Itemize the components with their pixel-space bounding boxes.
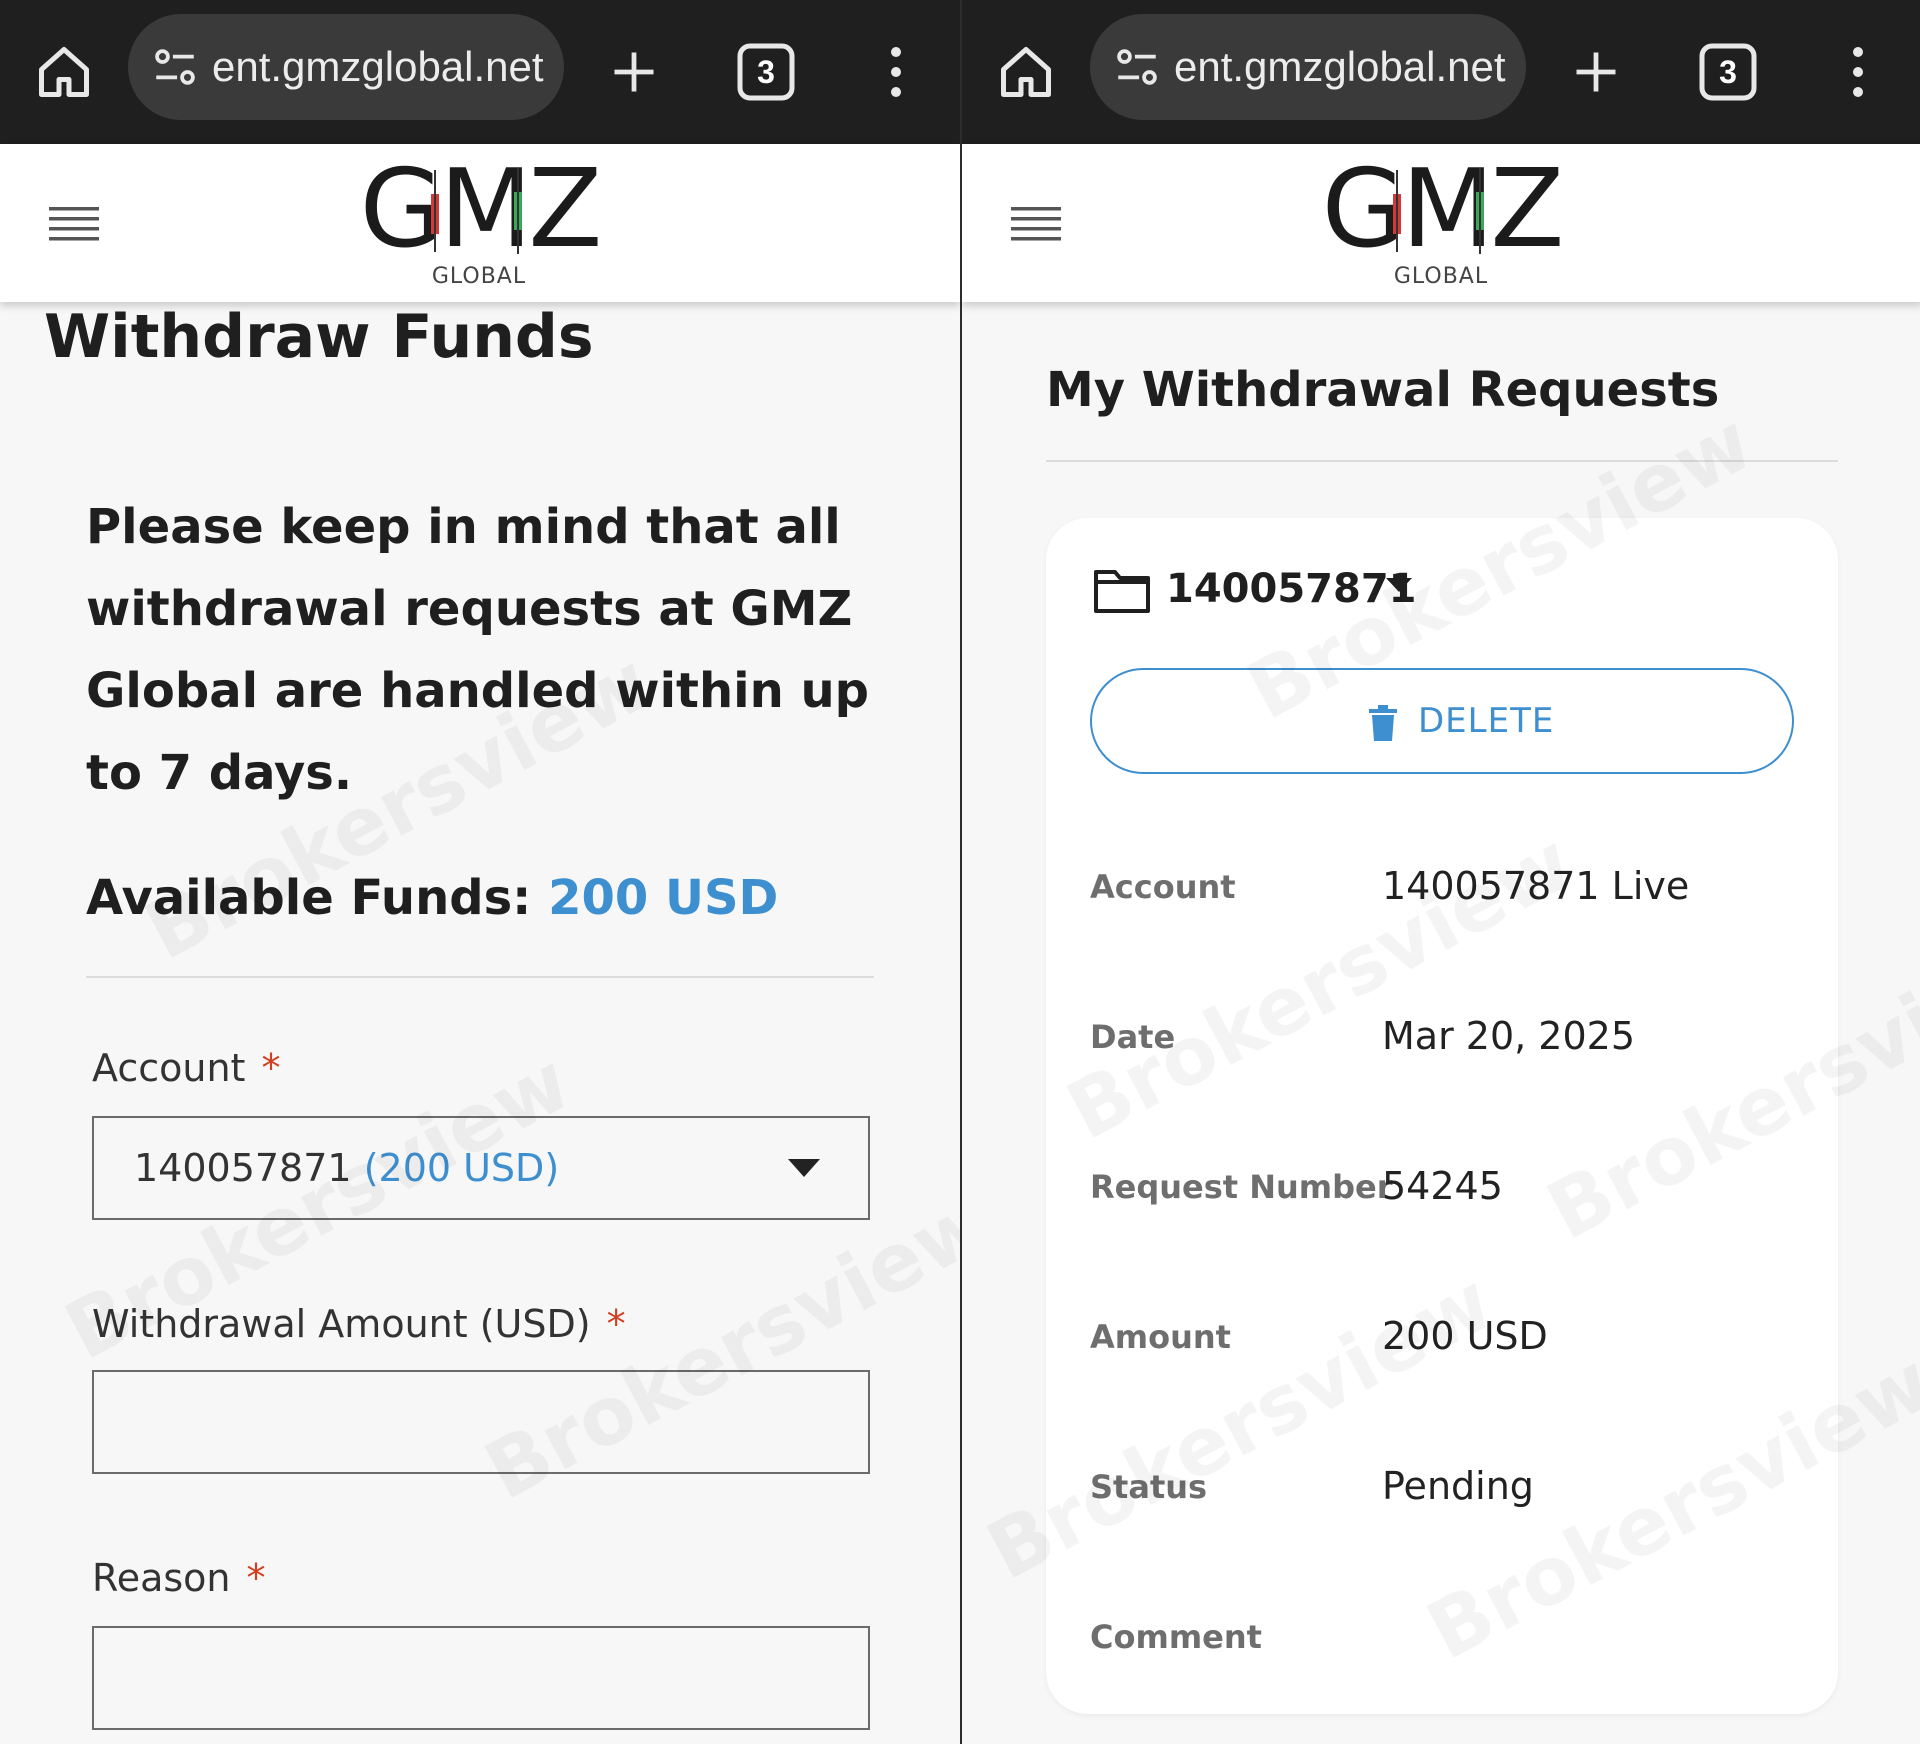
divider [1046, 460, 1838, 462]
trash-icon [1368, 704, 1398, 742]
logo-subtitle: GLOBAL [431, 264, 527, 289]
amount-label-text: Withdrawal Amount (USD) [92, 1302, 591, 1346]
status-value: Pending [1382, 1464, 1534, 1508]
request-field-value: 140057871 Live [1382, 864, 1690, 908]
page-title: Withdraw Funds [44, 302, 594, 372]
request-field-value: Mar 20, 2025 [1382, 1014, 1635, 1058]
chevron-down-icon [784, 1150, 824, 1186]
new-tab-icon[interactable] [600, 38, 668, 106]
chevron-down-icon[interactable] [1384, 570, 1414, 600]
withdraw-pane: ent.gmzglobal.net 3 GMZ GLOBAL Withdraw … [0, 0, 960, 1744]
reason-input[interactable] [92, 1626, 870, 1730]
withdrawal-amount-input[interactable] [92, 1370, 870, 1474]
request-field-label: Account [1090, 868, 1236, 906]
tab-count: 3 [1719, 54, 1737, 90]
divider [86, 976, 874, 978]
available-funds: Available Funds: 200 USD [86, 870, 778, 926]
amount-field-label: Withdrawal Amount (USD) * [92, 1302, 626, 1346]
delete-button[interactable]: DELETE [1090, 668, 1794, 774]
account-field-label: Account * [92, 1046, 280, 1090]
account-select[interactable]: 140057871 (200 USD) [92, 1116, 870, 1220]
folder-icon [1092, 564, 1152, 616]
available-funds-label: Available Funds: [86, 870, 532, 926]
hamburger-menu-icon[interactable] [46, 200, 102, 246]
available-funds-value: 200 USD [548, 870, 779, 926]
account-balance: (200 USD) [363, 1146, 560, 1190]
account-filter-dropdown[interactable]: 140057871 [1166, 554, 1417, 624]
request-field-label: Status [1090, 1468, 1208, 1506]
request-field-label: Request Number [1090, 1168, 1393, 1206]
withdrawal-request-card: 140057871 DELETE Account 140057871 Live … [1046, 518, 1838, 1714]
account-label-text: Account [92, 1046, 246, 1090]
tab-count: 3 [757, 54, 775, 90]
browser-toolbar: ent.gmzglobal.net 3 [0, 0, 960, 144]
required-mark: * [246, 1556, 266, 1600]
page-title: My Withdrawal Requests [1046, 362, 1720, 418]
url-text: ent.gmzglobal.net [212, 43, 544, 90]
address-bar[interactable]: ent.gmzglobal.net [128, 14, 564, 120]
site-settings-icon[interactable] [1108, 38, 1166, 96]
site-header: GMZ GLOBAL [962, 144, 1920, 302]
new-tab-icon[interactable] [1562, 38, 1630, 106]
delete-button-label: DELETE [1418, 701, 1555, 741]
account-select-value: 140057871 (200 USD) [134, 1118, 559, 1218]
url-text: ent.gmzglobal.net [1174, 43, 1506, 90]
site-header: GMZ GLOBAL [0, 144, 960, 302]
required-mark: * [261, 1046, 281, 1090]
more-options-icon[interactable] [880, 38, 912, 106]
request-field-value: 54245 [1382, 1164, 1503, 1208]
more-options-icon[interactable] [1842, 38, 1874, 106]
home-icon[interactable] [30, 38, 98, 106]
site-settings-icon[interactable] [146, 38, 204, 96]
requests-pane: ent.gmzglobal.net 3 GMZ GLOBAL My Withdr… [960, 0, 1920, 1744]
request-field-label: Date [1090, 1018, 1176, 1056]
required-mark: * [606, 1302, 626, 1346]
tab-switcher-button[interactable]: 3 [734, 40, 798, 104]
gmz-logo[interactable]: GMZ GLOBAL [354, 156, 604, 294]
logo-subtitle: GLOBAL [1393, 264, 1489, 289]
address-bar[interactable]: ent.gmzglobal.net [1090, 14, 1526, 120]
reason-field-label: Reason * [92, 1556, 266, 1600]
home-icon[interactable] [992, 38, 1060, 106]
gmz-logo[interactable]: GMZ GLOBAL [1316, 156, 1566, 294]
request-field-value: 200 USD [1382, 1314, 1548, 1358]
account-number: 140057871 [134, 1146, 352, 1190]
request-field-label: Amount [1090, 1318, 1231, 1356]
browser-toolbar: ent.gmzglobal.net 3 [962, 0, 1920, 144]
reason-label-text: Reason [92, 1556, 231, 1600]
hamburger-menu-icon[interactable] [1008, 200, 1064, 246]
processing-notice: Please keep in mind that all withdrawal … [86, 499, 870, 801]
request-field-label: Comment [1090, 1618, 1262, 1656]
tab-switcher-button[interactable]: 3 [1696, 40, 1760, 104]
